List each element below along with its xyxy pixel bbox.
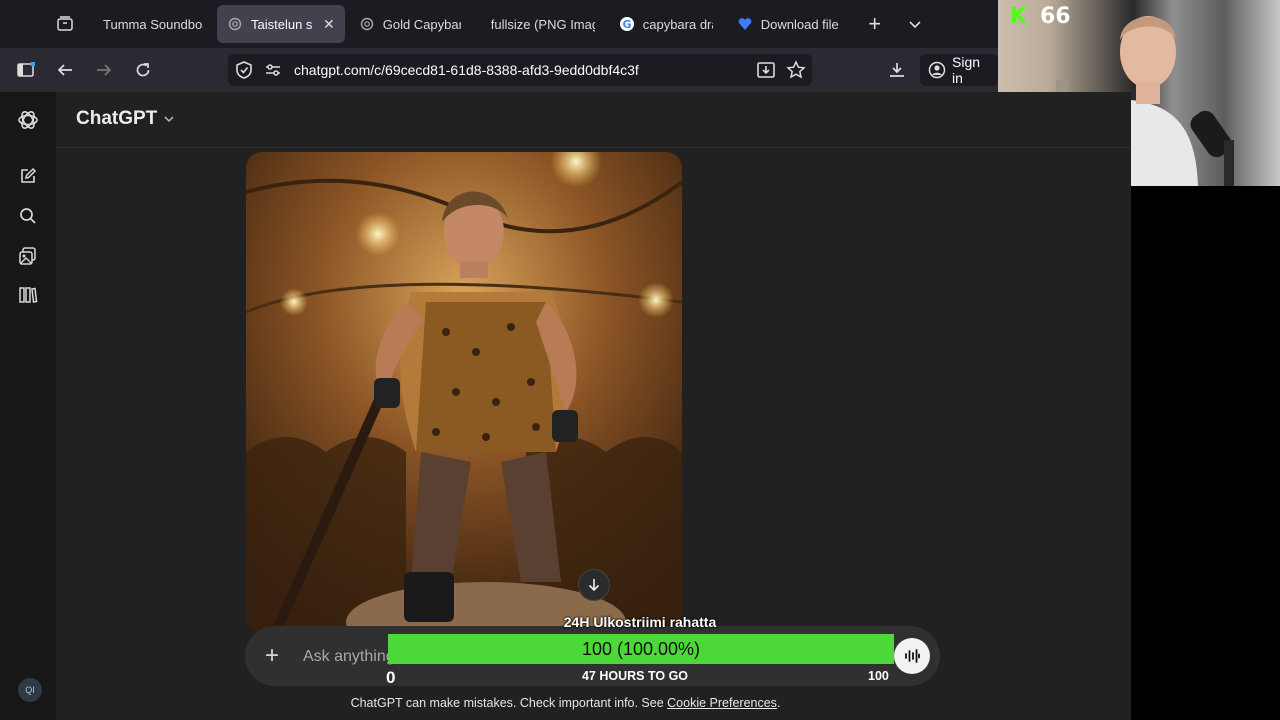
browser-tab[interactable]: Download file — [727, 5, 851, 43]
url-text: chatgpt.com/c/69cecd81-61d8-8388-afd3-9e… — [294, 62, 639, 78]
tab-label: fullsize (PNG Image) — [490, 16, 595, 32]
scroll-to-bottom-button[interactable] — [578, 569, 610, 601]
address-bar[interactable]: chatgpt.com/c/69cecd81-61d8-8388-afd3-9e… — [228, 54, 812, 86]
tab-list-icon[interactable] — [41, 4, 89, 44]
svg-text:G: G — [622, 18, 631, 31]
download-icon[interactable] — [882, 54, 912, 86]
browser-tab[interactable]: Tumma Soundboard — [89, 5, 213, 43]
arrow-down-icon — [588, 579, 600, 592]
cookie-preferences-link[interactable]: Cookie Preferences — [667, 696, 777, 710]
openai-logo-icon — [227, 16, 243, 32]
goal-title: 24H Ulkostriimi rahatta — [563, 614, 717, 630]
browser-tab[interactable]: fullsize (PNG Image) — [475, 5, 605, 43]
close-icon[interactable]: ✕ — [323, 16, 335, 33]
kick-logo-icon: K — [1010, 4, 1028, 29]
generated-image[interactable] — [246, 152, 682, 632]
model-picker-button[interactable]: ChatGPT — [76, 108, 175, 130]
tab-label: Download file — [760, 16, 839, 32]
composer-placeholder[interactable]: Ask anything — [303, 648, 395, 666]
browser-tab[interactable]: G capybara drawing — [609, 5, 723, 43]
browser-tab[interactable]: Gold Capybara — [349, 5, 471, 43]
microphone-figure — [1190, 110, 1234, 186]
new-tab-icon[interactable]: + — [855, 5, 895, 43]
goal-max-label: 100 — [868, 669, 889, 683]
openai-logo-icon[interactable] — [14, 106, 42, 134]
disclaimer-end: . — [776, 696, 781, 710]
stream-background — [1131, 186, 1280, 720]
browser-tab-strip: Tumma Soundboard Taistelun sankari ✕ Gol… — [0, 0, 998, 48]
disclaimer-text: ChatGPT can make mistakes. Check importa… — [350, 696, 668, 710]
account-icon — [928, 61, 946, 79]
sidebar-rail: QI — [0, 92, 56, 720]
tab-label: Tumma Soundboard — [103, 16, 203, 32]
browser-tab-active[interactable]: Taistelun sankari ✕ — [217, 5, 345, 43]
kick-counter: 66 — [1040, 4, 1071, 29]
back-arrow-icon[interactable] — [47, 54, 83, 86]
chevron-down-icon[interactable] — [895, 5, 935, 43]
site-permissions-icon[interactable] — [264, 62, 282, 78]
search-icon[interactable] — [14, 202, 42, 230]
browser-navbar: chatgpt.com/c/69cecd81-61d8-8388-afd3-9e… — [0, 48, 998, 92]
tab-label: Gold Capybara — [382, 16, 461, 32]
tab-label: capybara drawing — [642, 16, 713, 32]
sign-in-button[interactable]: Sign in — [920, 54, 998, 86]
goal-progress-bar: 100 (100.00%) — [388, 634, 894, 664]
goal-time-left: 47 HOURS TO GO — [581, 669, 689, 683]
sidebar-toggle-icon[interactable] — [8, 54, 44, 86]
google-g-icon: G — [619, 16, 635, 32]
chat-header: ChatGPT — [56, 92, 1131, 148]
library-icon[interactable] — [14, 281, 42, 309]
new-chat-icon[interactable] — [14, 162, 42, 190]
save-page-icon[interactable] — [756, 60, 776, 80]
bookmark-star-icon[interactable] — [786, 60, 806, 80]
add-attachment-icon[interactable]: + — [265, 642, 279, 670]
goal-min-label: 0 — [386, 668, 396, 687]
model-label: ChatGPT — [76, 108, 158, 129]
chevron-down-icon — [163, 113, 175, 125]
voice-waveform-icon — [905, 649, 920, 663]
goal-value: 100 (100.00%) — [581, 639, 701, 659]
tab-label: Taistelun sankari — [251, 16, 313, 32]
images-icon[interactable] — [14, 242, 42, 270]
reload-icon[interactable] — [125, 54, 161, 86]
forward-arrow-icon[interactable] — [86, 54, 122, 86]
openai-logo-icon — [359, 16, 375, 32]
shield-icon[interactable] — [234, 60, 254, 80]
sign-in-label: Sign in — [952, 54, 981, 86]
heart-icon — [737, 16, 753, 32]
generated-image-artwork — [246, 152, 682, 632]
voice-mode-button[interactable] — [894, 638, 930, 674]
disclaimer: ChatGPT can make mistakes. Check importa… — [0, 696, 1131, 710]
